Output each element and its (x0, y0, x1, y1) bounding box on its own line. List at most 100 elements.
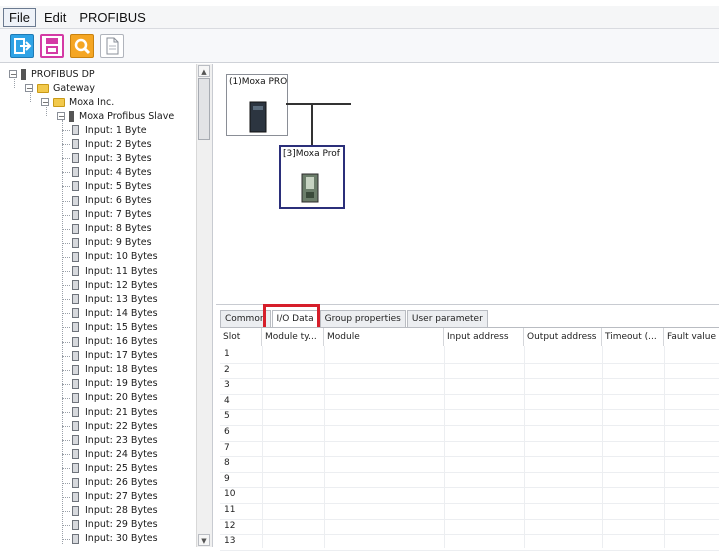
module-icon (72, 223, 79, 234)
tree-item-module[interactable]: Input: 12 Bytes (72, 278, 158, 292)
tree-connector (62, 524, 70, 526)
tree-connector (62, 172, 70, 174)
tree-item-label: Input: 12 Bytes (85, 279, 158, 291)
column-header-output-address[interactable]: Output address (524, 328, 602, 346)
tree-item-module[interactable]: Input: 26 Bytes (72, 476, 158, 490)
column-header-timeout[interactable]: Timeout (... (602, 328, 664, 346)
network-node-master[interactable]: (1)Moxa PRO (226, 74, 288, 136)
table-row[interactable]: 6 (220, 425, 719, 442)
tree-item-moxa-inc[interactable]: − Moxa Inc. (41, 95, 114, 109)
module-icon (72, 392, 79, 403)
collapse-icon[interactable]: − (57, 112, 65, 121)
menu-edit[interactable]: Edit (39, 9, 71, 26)
tree-item-module[interactable]: Input: 10 Bytes (72, 250, 158, 264)
column-header-fault-value[interactable]: Fault value (664, 328, 719, 346)
column-header-module[interactable]: Module (324, 328, 444, 346)
tree-item-module[interactable]: Input: 18 Bytes (72, 363, 158, 377)
tree-item-label: Input: 26 Bytes (85, 477, 158, 488)
document-icon[interactable] (100, 33, 124, 58)
slot-number: 2 (224, 364, 230, 375)
tree-item-module[interactable]: Input: 25 Bytes (72, 461, 158, 475)
scrollbar-thumb[interactable] (198, 78, 210, 140)
tree-item-module[interactable]: Input: 4 Bytes (72, 165, 152, 179)
tree-item-module[interactable]: Input: 17 Bytes (72, 349, 158, 363)
scroll-up-icon[interactable]: ▲ (198, 65, 210, 77)
tab-user-parameter[interactable]: User parameter (406, 310, 488, 327)
module-icon (72, 407, 79, 417)
tree-item-module[interactable]: Input: 13 Bytes (72, 292, 158, 306)
column-header-module-type[interactable]: Module ty... (262, 328, 324, 346)
network-node-slave[interactable]: [3]Moxa Prof (279, 145, 345, 209)
save-icon[interactable] (40, 33, 64, 58)
tree-item-profibus-dp[interactable]: − PROFIBUS DP (9, 67, 95, 81)
tree-item-label: Input: 17 Bytes (85, 350, 158, 362)
tree-item-moxa-profibus-slave[interactable]: − Moxa Profibus Slave (57, 109, 174, 123)
collapse-icon[interactable]: − (25, 84, 33, 93)
exit-icon[interactable] (10, 33, 34, 58)
tree-item-module[interactable]: Input: 7 Bytes (72, 208, 152, 222)
tree-item-module[interactable]: Input: 15 Bytes (72, 320, 158, 334)
tree-item-module[interactable]: Input: 2 Bytes (72, 137, 152, 151)
tree-connector (62, 228, 70, 230)
tree-item-label: Input: 15 Bytes (85, 321, 158, 333)
tree-item-label: Input: 1 Byte (85, 124, 147, 136)
tree-item-module[interactable]: Input: 19 Bytes (72, 377, 158, 391)
tree-item-module[interactable]: Input: 23 Bytes (72, 433, 158, 447)
tree-item-label: Input: 18 Bytes (85, 364, 158, 376)
module-icon (72, 294, 79, 305)
tree-item-label: Input: 20 Bytes (85, 392, 158, 404)
tree-connector (62, 285, 70, 287)
module-icon (72, 533, 79, 544)
module-icon (72, 378, 79, 389)
tree-item-module[interactable]: Input: 28 Bytes (72, 504, 158, 518)
tree-connector (62, 120, 63, 544)
tree-item-module[interactable]: Input: 22 Bytes (72, 419, 158, 433)
tab-group-properties[interactable]: Group properties (319, 310, 406, 327)
search-icon[interactable] (70, 33, 94, 58)
tree-item-module[interactable]: Input: 30 Bytes (72, 532, 158, 546)
collapse-icon[interactable]: − (41, 98, 49, 107)
device-icon (21, 68, 26, 80)
tree-item-module[interactable]: Input: 8 Bytes (72, 222, 152, 236)
tree-item-module[interactable]: Input: 1 Byte (72, 123, 147, 137)
tree-item-module[interactable]: Input: 16 Bytes (72, 335, 158, 349)
table-row[interactable]: 10 (220, 487, 719, 504)
tree-connector (62, 341, 70, 343)
table-row[interactable]: 12 (220, 519, 719, 536)
menu-profibus[interactable]: PROFIBUS (74, 9, 150, 26)
table-row[interactable]: 5 (220, 409, 719, 426)
column-header-input-address[interactable]: Input address (444, 328, 524, 346)
table-row[interactable]: 8 (220, 456, 719, 473)
column-header-slot[interactable]: Slot (220, 328, 262, 346)
tree-item-module[interactable]: Input: 27 Bytes (72, 490, 158, 504)
tree-item-module[interactable]: Input: 20 Bytes (72, 391, 158, 405)
tree-item-module[interactable]: Input: 9 Bytes (72, 236, 152, 250)
tree-item-gateway[interactable]: − Gateway (25, 81, 95, 95)
table-row[interactable]: 2 (220, 363, 719, 380)
tree-item-module[interactable]: Input: 11 Bytes (72, 264, 158, 278)
table-row[interactable]: 7 (220, 441, 719, 458)
collapse-icon[interactable]: − (9, 70, 17, 79)
module-icon (72, 251, 79, 262)
tree-item-label: Input: 4 Bytes (85, 166, 152, 178)
tree-item-module[interactable]: Input: 5 Bytes (72, 179, 152, 193)
scroll-down-icon[interactable]: ▼ (198, 534, 210, 546)
tree-scrollbar[interactable]: ▲ ▼ (196, 64, 212, 547)
table-row[interactable]: 9 (220, 472, 719, 489)
tree-item-module[interactable]: Input: 29 Bytes (72, 518, 158, 532)
module-icon (72, 125, 79, 135)
table-row[interactable]: 4 (220, 394, 719, 411)
table-row[interactable]: 1 (220, 347, 719, 364)
tree-item-module[interactable]: Input: 24 Bytes (72, 447, 158, 461)
tree-item-module[interactable]: Input: 3 Bytes (72, 151, 152, 165)
tree-item-module[interactable]: Input: 6 Bytes (72, 194, 152, 208)
tree-connector (62, 214, 70, 216)
table-row[interactable]: 13 (220, 534, 719, 551)
table-row[interactable]: 11 (220, 503, 719, 520)
tree-item-module[interactable]: Input: 14 Bytes (72, 306, 158, 320)
slave-device-icon (301, 173, 319, 203)
menu-file[interactable]: File (3, 7, 36, 27)
tree-item-module[interactable]: Input: 21 Bytes (72, 405, 158, 419)
table-row[interactable]: 3 (220, 378, 719, 395)
tree-item-label: Input: 10 Bytes (85, 251, 158, 263)
